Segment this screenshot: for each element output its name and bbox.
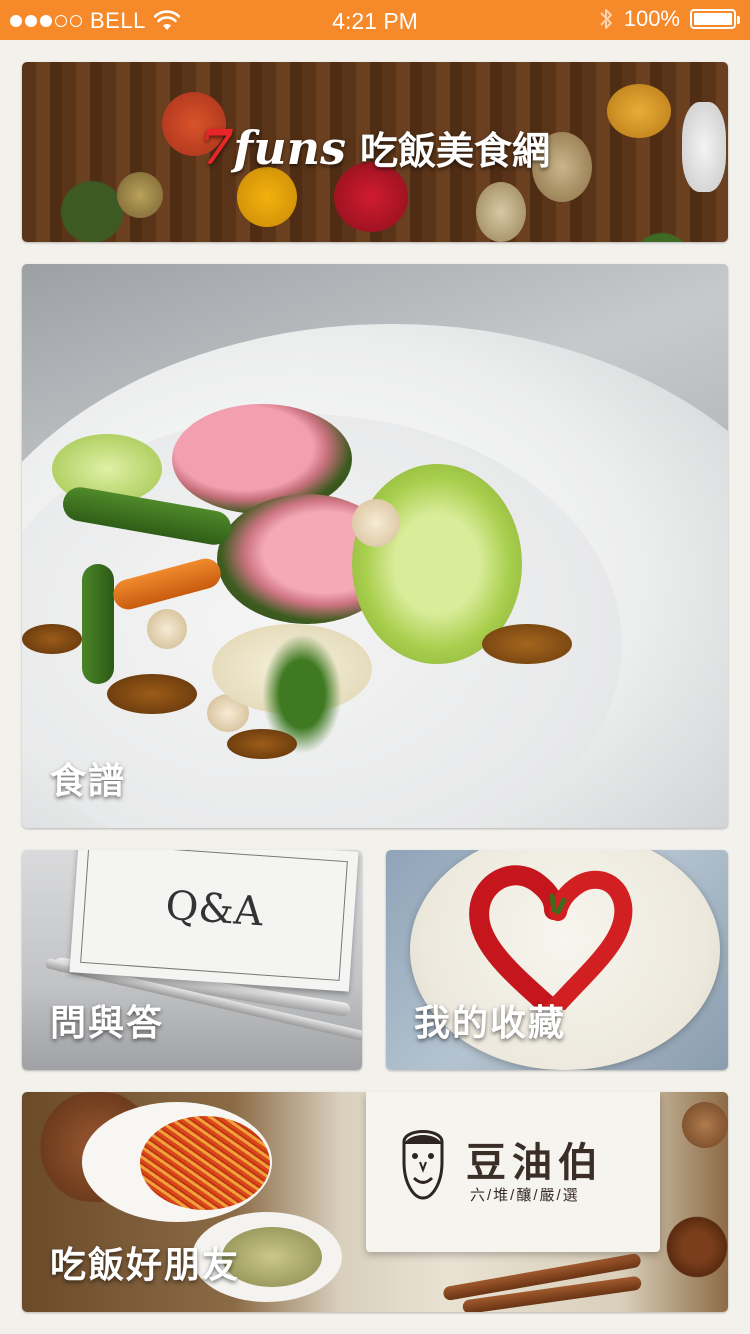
mushroom-image xyxy=(147,609,187,649)
sauce-drop-image xyxy=(482,624,572,664)
friends-tile[interactable]: 豆油伯 六/堆/釀/嚴/選 吃飯好朋友 xyxy=(22,1092,728,1312)
green-bean-image xyxy=(82,564,114,684)
friends-label: 吃飯好朋友 xyxy=(50,1244,241,1285)
battery-icon xyxy=(690,9,740,29)
recipes-label: 食譜 xyxy=(50,760,127,801)
pepper-spoon-image xyxy=(476,182,526,242)
spice-spoon-image xyxy=(117,172,163,218)
bluetooth-icon xyxy=(600,9,612,29)
sauce-drop-image xyxy=(22,624,82,654)
battery-percent: 100% xyxy=(623,6,680,31)
brand-face-logo-icon xyxy=(402,1130,444,1200)
recipes-tile[interactable]: 食譜 xyxy=(22,264,728,828)
qa-tile[interactable]: Q&A 問與答 xyxy=(22,850,362,1070)
logo-word: funs xyxy=(233,121,346,175)
turmeric-bowl-image xyxy=(237,167,297,227)
status-bar: BELL 4:21 PM 100% xyxy=(0,0,750,40)
favorites-tile[interactable]: 我的收藏 xyxy=(386,850,728,1070)
sauce-drop-image xyxy=(227,729,297,759)
logo-number: 7 xyxy=(200,120,234,176)
site-logo: 7funs 吃飯美食網 xyxy=(22,120,728,176)
brand-tagline: 六/堆/釀/嚴/選 xyxy=(470,1187,580,1204)
star-anise-image xyxy=(662,1212,728,1282)
sauce-drop-image xyxy=(107,674,197,714)
site-banner[interactable]: 7funs 吃飯美食網 xyxy=(22,62,728,242)
mushroom-image xyxy=(352,499,400,547)
site-name: 吃飯美食網 xyxy=(359,131,550,173)
qa-label: 問與答 xyxy=(50,1002,165,1043)
chili-heart-icon xyxy=(469,865,633,1010)
qa-place-card-image: Q&A xyxy=(69,850,359,992)
brand-name: 豆油伯 xyxy=(466,1139,604,1186)
nutmeg-image xyxy=(682,1102,728,1148)
favorites-label: 我的收藏 xyxy=(414,1002,567,1043)
brand-card: 豆油伯 六/堆/釀/嚴/選 xyxy=(366,1092,660,1252)
saffron-image xyxy=(140,1116,270,1210)
